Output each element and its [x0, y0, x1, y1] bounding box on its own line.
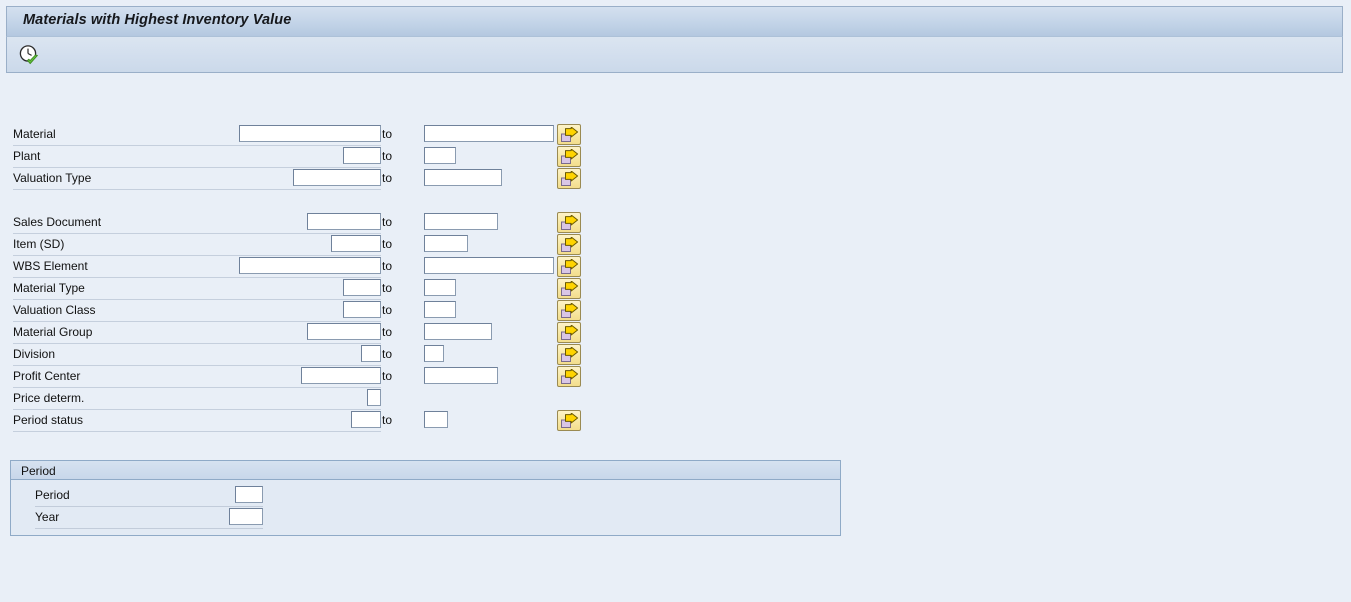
input-period-status-to[interactable]	[424, 411, 448, 428]
page-title: Materials with Highest Inventory Value	[23, 12, 292, 28]
row-separator	[13, 189, 381, 190]
input-valuation-class-from[interactable]	[343, 301, 381, 318]
input-plant-to[interactable]	[424, 147, 456, 164]
label-valuation-type: Valuation Type	[13, 171, 92, 185]
input-material-type-from[interactable]	[343, 279, 381, 296]
to-label-material-group: to	[382, 325, 393, 339]
multiple-selection-button-division[interactable]	[557, 344, 581, 365]
label-item-sd: Item (SD)	[13, 237, 65, 251]
input-item-sd-from[interactable]	[331, 235, 381, 252]
input-division-from[interactable]	[361, 345, 381, 362]
input-material-to[interactable]	[424, 125, 554, 142]
multiple-selection-button-valuation-class[interactable]	[557, 300, 581, 321]
period-groupbox-header: Period	[11, 461, 840, 480]
to-label-division: to	[382, 347, 393, 361]
input-sales-document-to[interactable]	[424, 213, 498, 230]
input-wbs-element-to[interactable]	[424, 257, 554, 274]
criteria-row-profit-center: Profit Center to	[0, 366, 600, 388]
multiple-selection-button-period-status[interactable]	[557, 410, 581, 431]
criteria-row-valuation-type: Valuation Type to	[0, 168, 600, 190]
criteria-row-period-status: Period status to	[0, 410, 600, 432]
multiple-selection-button-valuation-type[interactable]	[557, 168, 581, 189]
criteria-row-material-type: Material Type to	[0, 278, 600, 300]
label-plant: Plant	[13, 149, 41, 163]
period-row-period: Period	[25, 485, 325, 507]
criteria-row-material: Material to	[0, 124, 600, 146]
to-label-valuation-type: to	[382, 171, 393, 185]
criteria-row-division: Division to	[0, 344, 600, 366]
label-sales-document: Sales Document	[13, 215, 102, 229]
label-profit-center: Profit Center	[13, 369, 81, 383]
criteria-row-item-sd: Item (SD) to	[0, 234, 600, 256]
period-groupbox: Period Period Year	[10, 460, 841, 536]
input-valuation-type-from[interactable]	[293, 169, 381, 186]
multiple-selection-button-material-group[interactable]	[557, 322, 581, 343]
input-profit-center-from[interactable]	[301, 367, 381, 384]
period-groupbox-title: Period	[21, 464, 56, 478]
input-division-to[interactable]	[424, 345, 444, 362]
input-sales-document-from[interactable]	[307, 213, 381, 230]
selection-criteria-area: Material to Plant to Valuation Type to Sales D…	[0, 74, 1351, 602]
criteria-row-material-group: Material Group to	[0, 322, 600, 344]
label-price-determ: Price determ.	[13, 391, 85, 405]
multiple-selection-button-profit-center[interactable]	[557, 366, 581, 387]
multiple-selection-button-item-sd[interactable]	[557, 234, 581, 255]
input-price-determ-from[interactable]	[367, 389, 381, 406]
input-period[interactable]	[235, 486, 263, 503]
input-valuation-class-to[interactable]	[424, 301, 456, 318]
input-material-group-to[interactable]	[424, 323, 492, 340]
multiple-selection-button-plant[interactable]	[557, 146, 581, 167]
to-label-valuation-class: to	[382, 303, 393, 317]
criteria-row-price-determ: Price determ.	[0, 388, 600, 410]
clock-check-execute-icon[interactable]	[18, 44, 42, 66]
label-period: Period	[35, 488, 70, 502]
label-material: Material	[13, 127, 56, 141]
input-wbs-element-from[interactable]	[239, 257, 381, 274]
multiple-selection-button-material[interactable]	[557, 124, 581, 145]
to-label-material-type: to	[382, 281, 393, 295]
row-separator	[13, 431, 381, 432]
input-period-status-from[interactable]	[351, 411, 381, 428]
label-valuation-class: Valuation Class	[13, 303, 96, 317]
to-label-sales-document: to	[382, 215, 393, 229]
input-valuation-type-to[interactable]	[424, 169, 502, 186]
label-material-group: Material Group	[13, 325, 93, 339]
label-material-type: Material Type	[13, 281, 85, 295]
sap-selection-screen: Materials with Highest Inventory Value ©…	[0, 0, 1351, 602]
row-separator	[35, 528, 263, 529]
to-label-item-sd: to	[382, 237, 393, 251]
to-label-wbs-element: to	[382, 259, 393, 273]
multiple-selection-button-sales-document[interactable]	[557, 212, 581, 233]
criteria-row-valuation-class: Valuation Class to	[0, 300, 600, 322]
multiple-selection-button-wbs-element[interactable]	[557, 256, 581, 277]
label-period-status: Period status	[13, 413, 84, 427]
input-plant-from[interactable]	[343, 147, 381, 164]
to-label-profit-center: to	[382, 369, 393, 383]
multiple-selection-button-material-type[interactable]	[557, 278, 581, 299]
criteria-row-sales-document: Sales Document to	[0, 212, 600, 234]
label-year: Year	[35, 510, 60, 524]
label-wbs-element: WBS Element	[13, 259, 88, 273]
input-material-type-to[interactable]	[424, 279, 456, 296]
to-label-plant: to	[382, 149, 393, 163]
input-item-sd-to[interactable]	[424, 235, 468, 252]
to-label-material: to	[382, 127, 393, 141]
label-division: Division	[13, 347, 56, 361]
to-label-period-status: to	[382, 413, 393, 427]
application-toolbar: © www.tutorialkart.com	[6, 36, 1343, 101]
input-material-from[interactable]	[239, 125, 381, 142]
window-titlebar: Materials with Highest Inventory Value	[6, 6, 1343, 36]
input-year[interactable]	[229, 508, 263, 525]
input-material-group-from[interactable]	[307, 323, 381, 340]
criteria-row-wbs-element: WBS Element to	[0, 256, 600, 278]
input-profit-center-to[interactable]	[424, 367, 498, 384]
period-row-year: Year	[25, 507, 325, 529]
criteria-row-plant: Plant to	[0, 146, 600, 168]
